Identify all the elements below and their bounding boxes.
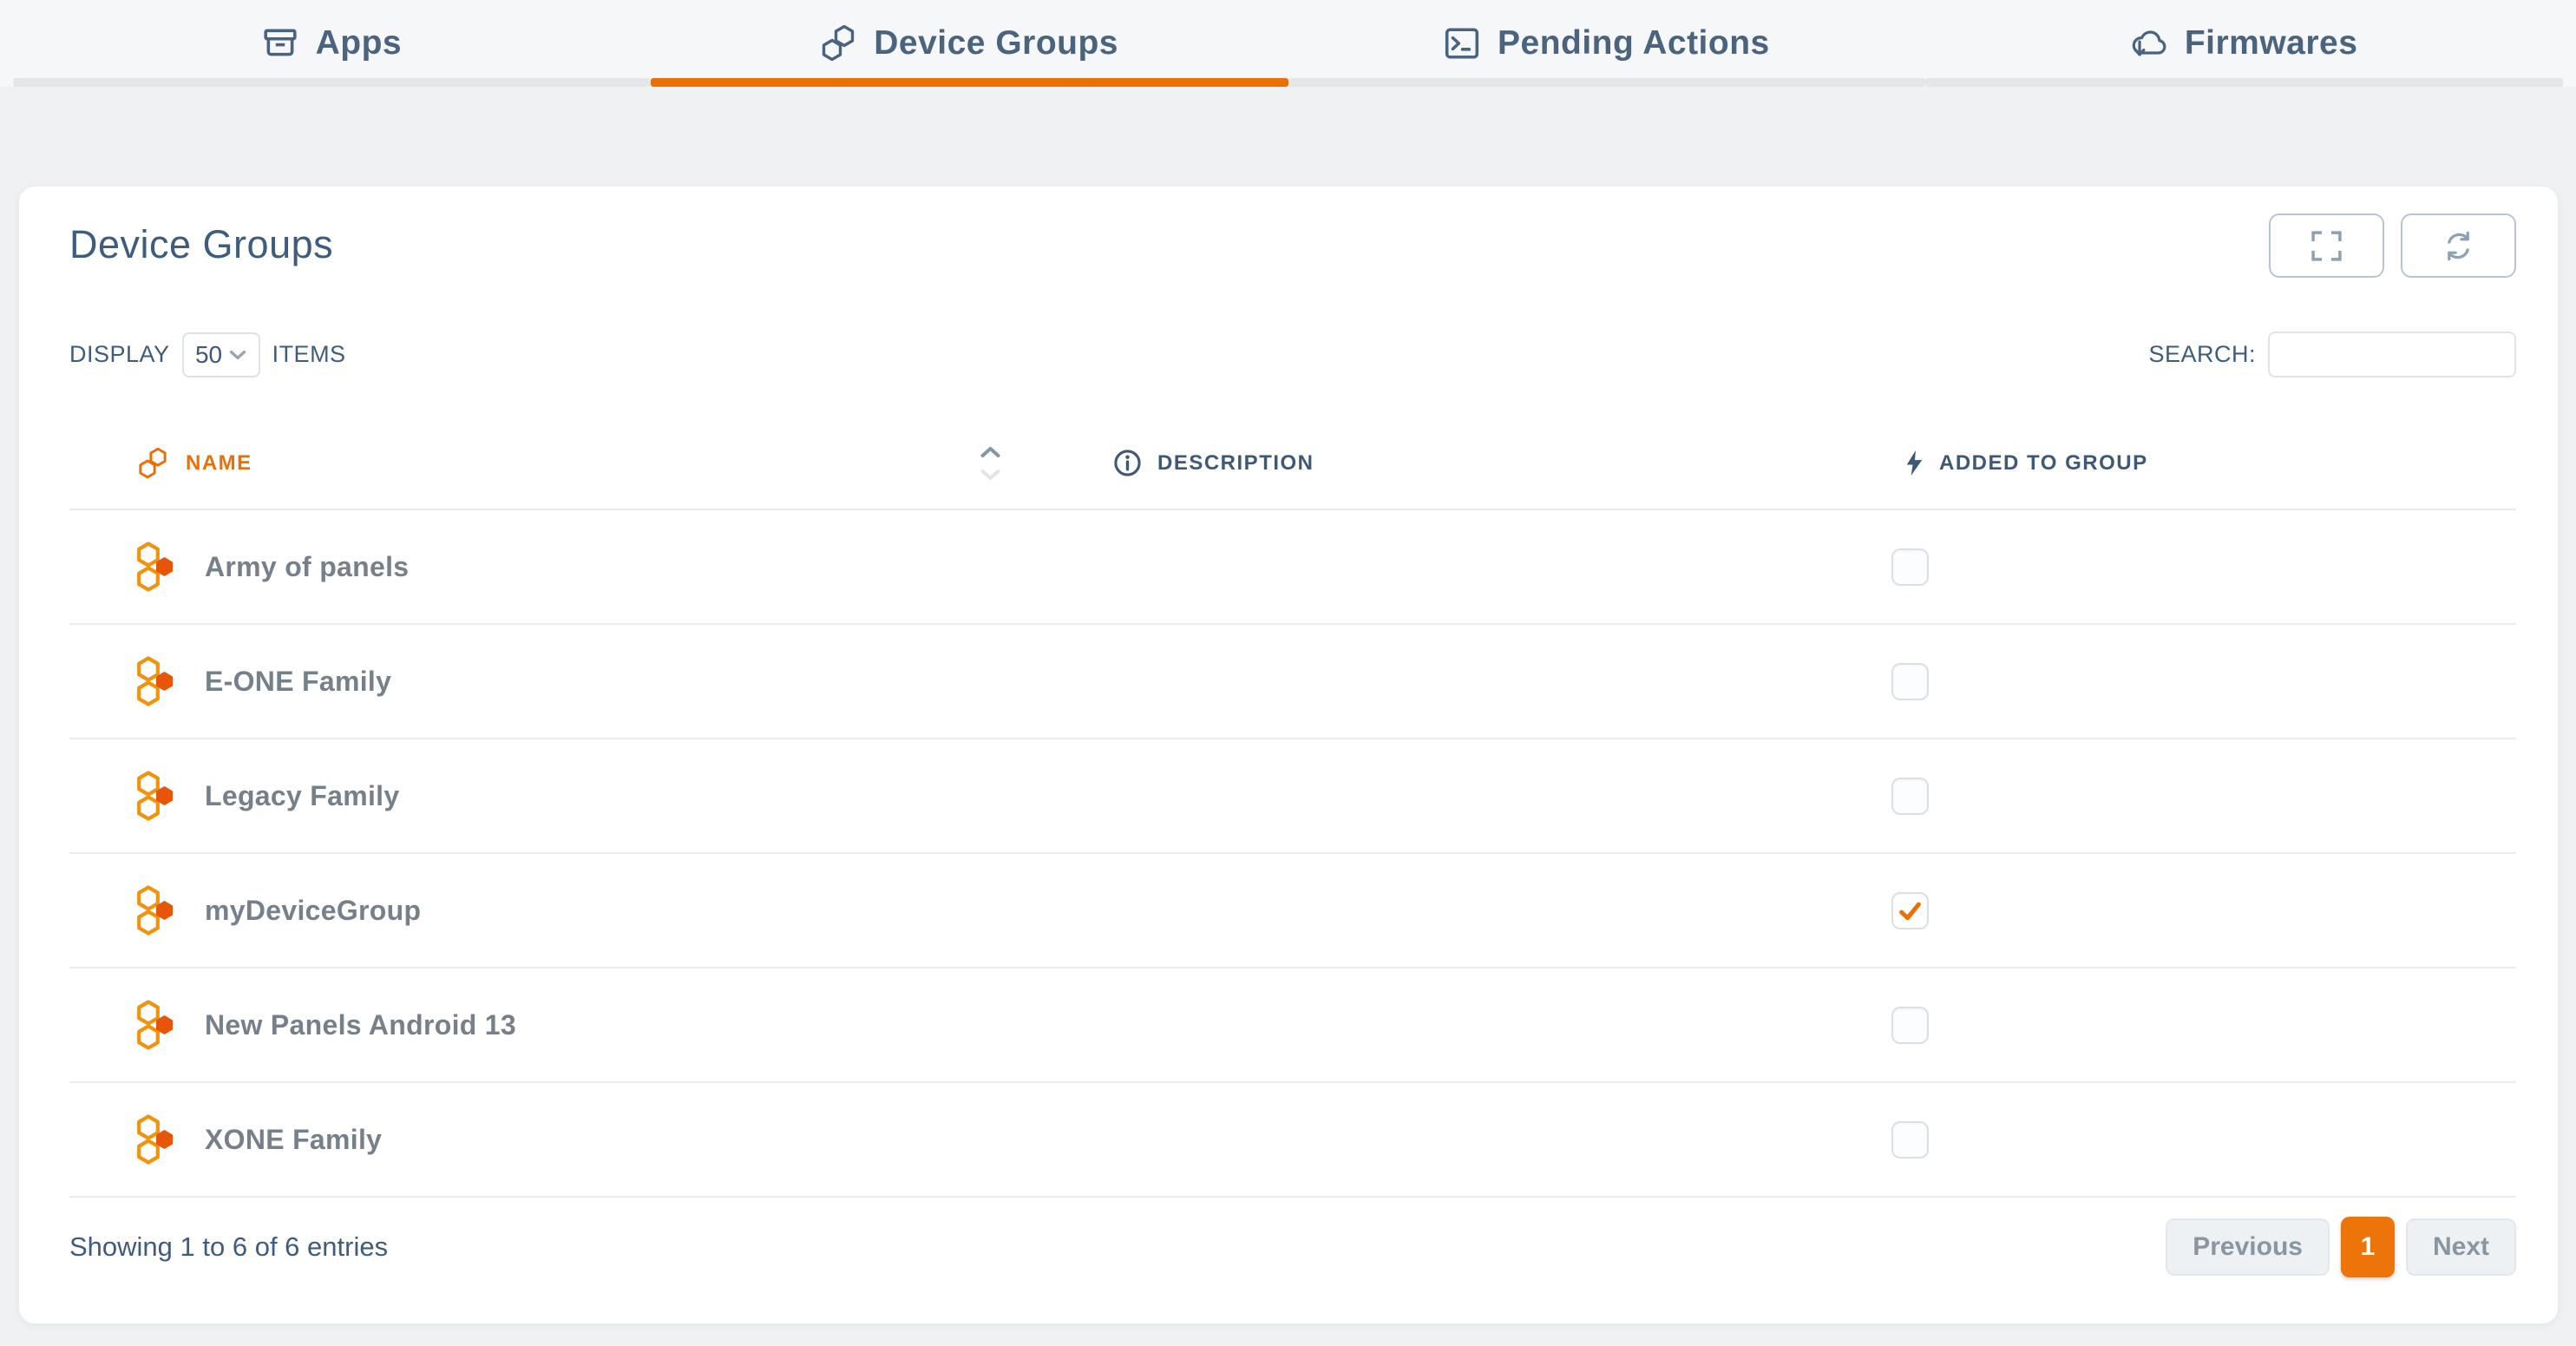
device-group-cluster-icon — [137, 656, 175, 706]
group-name: E-ONE Family — [205, 666, 391, 698]
search-input[interactable] — [2268, 332, 2516, 378]
tab-label: Apps — [316, 24, 403, 62]
sort-ascending-icon — [980, 446, 1001, 458]
previous-page-button[interactable]: Previous — [2166, 1218, 2330, 1276]
table-row[interactable]: XONE Family — [69, 1083, 2516, 1198]
group-name: XONE Family — [205, 1124, 382, 1156]
check-icon — [1896, 896, 1924, 925]
tab-underline — [1925, 78, 2563, 87]
table-row[interactable]: myDeviceGroup — [69, 854, 2516, 968]
group-name: New Panels Android 13 — [205, 1009, 516, 1041]
refresh-button[interactable] — [2401, 213, 2516, 278]
page-size-select[interactable]: 50 — [182, 332, 260, 378]
column-header-name[interactable]: NAME — [69, 448, 1041, 479]
pending-actions-icon — [1444, 25, 1480, 62]
group-name: Army of panels — [205, 551, 409, 583]
column-label-name: NAME — [186, 451, 252, 476]
lightning-bolt-icon — [1904, 450, 1925, 476]
table-header: NAME DESCRIPTION ADDED TO GROUP — [69, 417, 2516, 510]
device-group-cluster-icon — [137, 542, 175, 592]
table-row[interactable]: E-ONE Family — [69, 625, 2516, 739]
tab-underline — [1288, 78, 1926, 87]
display-label: DISPLAY — [69, 341, 170, 368]
added-to-group-checkbox[interactable] — [1891, 1121, 1929, 1159]
table-row[interactable]: New Panels Android 13 — [69, 968, 2516, 1083]
tab-apps[interactable]: Apps — [13, 0, 651, 87]
tab-label: Pending Actions — [1498, 24, 1770, 62]
table-row[interactable]: Army of panels — [69, 510, 2516, 625]
entries-summary: Showing 1 to 6 of 6 entries — [69, 1231, 388, 1263]
items-label: ITEMS — [272, 341, 346, 368]
fullscreen-icon — [2311, 230, 2343, 262]
page-size-value: 50 — [195, 341, 222, 369]
search-label: SEARCH: — [2148, 341, 2256, 368]
device-group-cluster-icon — [137, 771, 175, 821]
column-label-added: ADDED TO GROUP — [1939, 451, 2148, 476]
group-name: myDeviceGroup — [205, 895, 421, 927]
tab-label: Device Groups — [874, 24, 1118, 62]
added-to-group-checkbox[interactable] — [1891, 663, 1929, 700]
tab-underline — [13, 78, 651, 87]
table-row[interactable]: Legacy Family — [69, 739, 2516, 854]
added-to-group-checkbox[interactable] — [1891, 892, 1929, 929]
sort-descending-icon — [980, 469, 1001, 481]
added-to-group-checkbox[interactable] — [1891, 1007, 1929, 1044]
info-circle-icon — [1113, 449, 1142, 477]
added-to-group-checkbox[interactable] — [1891, 778, 1929, 815]
device-group-cluster-icon — [137, 885, 175, 936]
tab-label: Firmwares — [2185, 24, 2358, 62]
apps-box-icon — [262, 25, 298, 62]
group-name: Legacy Family — [205, 780, 399, 812]
top-tab-bar: Apps Device Groups Pending Actions Firmw… — [0, 0, 2576, 87]
tab-device-groups[interactable]: Device Groups — [651, 0, 1288, 87]
firmwares-icon — [2131, 25, 2167, 62]
page-title: Device Groups — [69, 222, 333, 267]
column-header-description[interactable]: DESCRIPTION — [1041, 449, 1891, 477]
tab-firmwares[interactable]: Firmwares — [1925, 0, 2563, 87]
device-group-cluster-icon — [137, 1114, 175, 1165]
added-to-group-checkbox[interactable] — [1891, 548, 1929, 586]
pagination: Previous 1 Next — [2166, 1217, 2516, 1277]
tab-pending-actions[interactable]: Pending Actions — [1288, 0, 1926, 87]
active-tab-underline — [651, 78, 1288, 87]
device-group-icon — [137, 448, 168, 479]
device-groups-icon — [820, 25, 856, 62]
chevron-down-icon — [229, 350, 246, 360]
column-label-description: DESCRIPTION — [1157, 451, 1314, 476]
device-groups-panel: Device Groups DISPLAY 50 ITEMS SEARCH: N… — [19, 187, 2558, 1323]
next-page-button[interactable]: Next — [2406, 1218, 2516, 1276]
panel-actions — [2269, 213, 2516, 278]
current-page-button[interactable]: 1 — [2341, 1217, 2395, 1277]
fullscreen-button[interactable] — [2269, 213, 2384, 278]
device-group-cluster-icon — [137, 1000, 175, 1050]
refresh-icon — [2442, 230, 2474, 262]
column-header-added-to-group[interactable]: ADDED TO GROUP — [1891, 450, 2516, 476]
sort-control[interactable] — [980, 446, 1001, 481]
